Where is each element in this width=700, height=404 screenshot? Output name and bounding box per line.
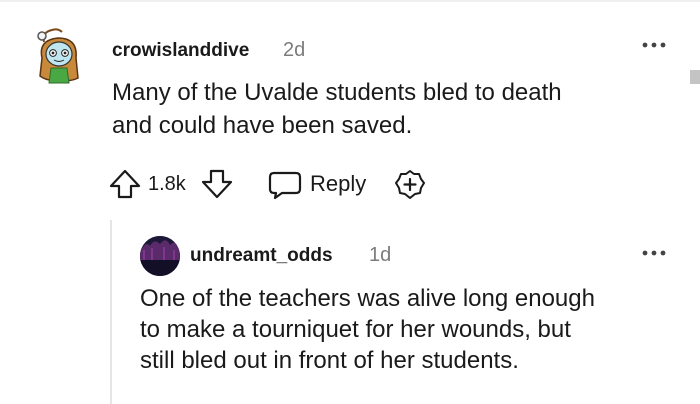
more-options-icon[interactable] [640,35,668,55]
arrow-up-icon[interactable] [108,168,142,200]
user-avatar[interactable] [34,28,84,84]
more-options-icon[interactable] [640,243,668,263]
comment-body-line: Many of the Uvalde students bled to deat… [112,79,562,106]
vote-count: 1.8k [148,173,186,195]
comment-body-line: One of the teachers was alive long enoug… [140,285,595,312]
comment-body-line: to make a tourniquet for her wounds, but [140,316,571,343]
scrollbar-thumb[interactable] [690,70,700,84]
thread-line[interactable] [110,220,112,404]
top-divider [0,0,700,2]
comment-author[interactable]: undreamt_odds [190,245,333,267]
avatar-image [140,236,180,276]
comment-author[interactable]: crowislanddive [112,40,249,62]
comment-body: Many of the Uvalde students bled to deat… [112,76,652,142]
award-plus-icon[interactable] [394,169,426,201]
comment-body: One of the teachers was alive long enoug… [140,283,680,376]
user-avatar[interactable] [140,236,180,276]
comment-actions: 1.8k Reply [108,166,448,202]
comment-body-line: and could have been saved. [112,112,413,139]
speech-bubble-icon [268,171,302,200]
reply-button[interactable]: Reply [268,166,378,202]
comment-timestamp: 2d [283,39,306,61]
arrow-down-icon[interactable] [200,168,234,200]
comment-timestamp: 1d [369,244,392,266]
comment-body-line: still bled out in front of her students. [140,347,519,374]
reply-label: Reply [310,171,367,196]
